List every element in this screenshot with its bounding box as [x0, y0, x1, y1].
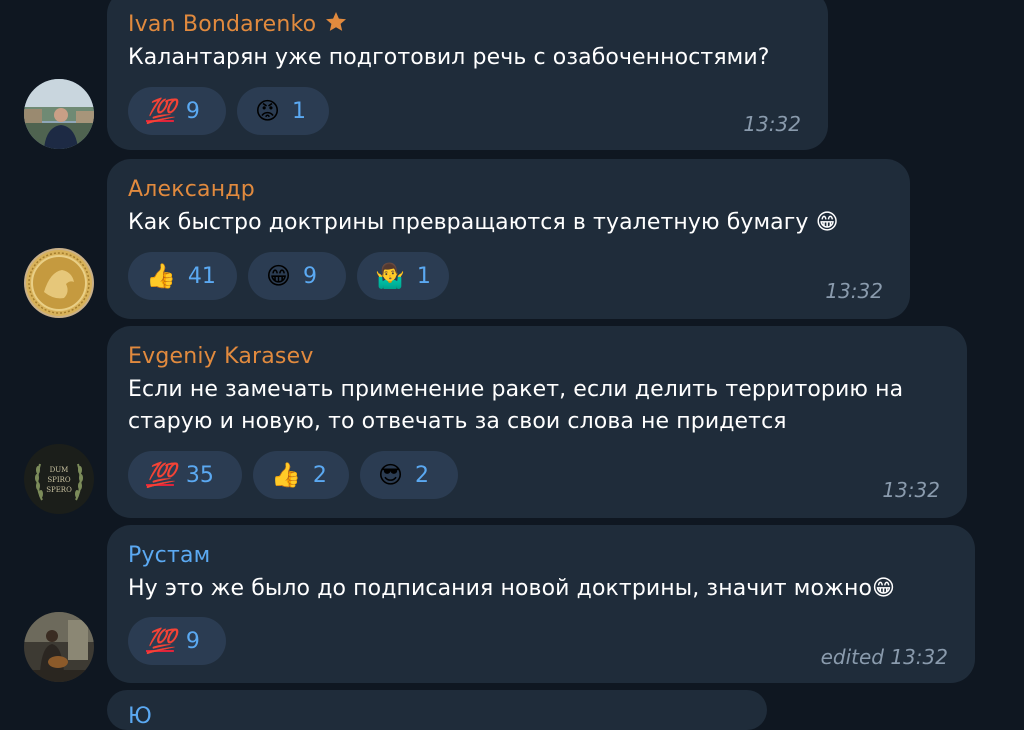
message-time: 13:32 [825, 279, 883, 303]
reaction-count: 9 [185, 98, 200, 124]
reactions-bar: 👍 41 😁 9 🤷‍♂️ 1 [128, 252, 449, 300]
reaction-grin[interactable]: 😁 9 [248, 252, 346, 300]
angry-face-icon: 😡 [255, 97, 281, 125]
message-text: Если не замечать применение ракет, если … [128, 374, 946, 438]
message-text-line: старую и новую, то отвечать за свои слов… [128, 409, 787, 434]
reaction-count: 9 [185, 628, 200, 654]
message-time: 13:32 [743, 112, 801, 136]
author-name[interactable]: Александр [128, 177, 255, 202]
message-bubble-partial[interactable]: Ю [107, 690, 767, 730]
avatar[interactable]: DUM SPIRO SPERO [24, 444, 94, 514]
message-text: Ну это же было до подписания новой доктр… [128, 576, 896, 601]
reaction-hundred[interactable]: 💯 35 [128, 451, 242, 499]
star-badge-icon [323, 10, 349, 38]
hundred-points-icon: 💯 [146, 627, 176, 655]
avatar[interactable] [24, 248, 94, 318]
author-name[interactable]: Evgeniy Karasev [128, 344, 314, 369]
reaction-count: 2 [312, 462, 327, 488]
avatar-text: SPIRO [47, 476, 71, 484]
sunglasses-face-icon: 😎 [378, 461, 404, 489]
reactions-bar: 💯 9 [128, 617, 226, 665]
reaction-angry[interactable]: 😡 1 [237, 87, 329, 135]
message-bubble[interactable]: Evgeniy Karasev Если не замечать примене… [107, 326, 967, 518]
message-text: Как быстро доктрины превращаются в туале… [128, 210, 839, 235]
avatar-text: SPERO [46, 486, 72, 494]
reaction-hundred[interactable]: 💯 9 [128, 87, 226, 135]
thumbs-up-icon: 👍 [271, 461, 301, 489]
message-time: 13:32 [882, 478, 940, 502]
reactions-bar: 💯 35 👍 2 😎 2 [128, 451, 458, 499]
message-text: Калантарян уже подготовил речь с озабоче… [128, 45, 770, 70]
message-bubble[interactable]: Ivan Bondarenko Калантарян уже подготови… [107, 0, 828, 150]
reaction-cool[interactable]: 😎 2 [360, 451, 458, 499]
reaction-count: 35 [185, 462, 214, 488]
reactions-bar: 💯 9 😡 1 [128, 87, 329, 135]
avatar[interactable] [24, 79, 94, 149]
grinning-face-icon: 😁 [266, 262, 292, 290]
message-bubble[interactable]: Рустам Ну это же было до подписания ново… [107, 525, 975, 683]
avatar-text: DUM [50, 466, 69, 474]
reaction-count: 1 [292, 98, 307, 124]
author-name[interactable]: Рустам [128, 543, 210, 568]
reaction-thumbs-up[interactable]: 👍 2 [253, 451, 349, 499]
reaction-count: 9 [303, 263, 318, 289]
author-name[interactable]: Ivan Bondarenko [128, 12, 316, 37]
reaction-thumbs-up[interactable]: 👍 41 [128, 252, 237, 300]
reaction-count: 41 [187, 263, 216, 289]
reaction-count: 1 [416, 263, 431, 289]
hundred-points-icon: 💯 [146, 461, 176, 489]
thumbs-up-icon: 👍 [146, 262, 176, 290]
message-time: edited 13:32 [820, 645, 948, 669]
reaction-shrug[interactable]: 🤷‍♂️ 1 [357, 252, 449, 300]
message-bubble[interactable]: Александр Как быстро доктрины превращают… [107, 159, 910, 319]
hundred-points-icon: 💯 [146, 97, 176, 125]
reaction-hundred[interactable]: 💯 9 [128, 617, 226, 665]
avatar[interactable] [24, 612, 94, 682]
reaction-count: 2 [415, 462, 430, 488]
message-text-line: Если не замечать применение ракет, если … [128, 377, 904, 402]
shrug-icon: 🤷‍♂️ [375, 262, 405, 290]
